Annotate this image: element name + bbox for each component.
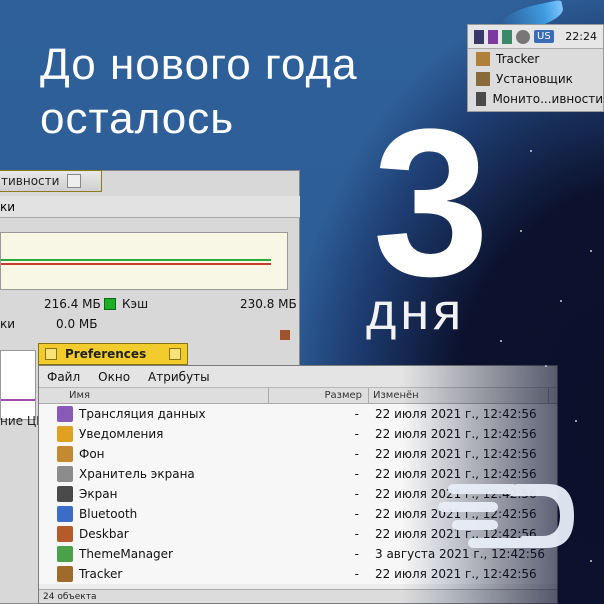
list-item[interactable]: Уведомления -22 июля 2021 г., 12:42:56: [39, 424, 557, 444]
theme-manager-icon: [57, 546, 73, 562]
column-name[interactable]: Имя: [39, 388, 269, 403]
close-button[interactable]: [45, 348, 57, 360]
memory-graph: [0, 232, 288, 290]
deskbar: US 22:24 Tracker Установщик Монито...ивн…: [467, 24, 604, 112]
network-icon[interactable]: [502, 29, 512, 44]
status-bar: 24 объекта: [39, 589, 557, 603]
stat-value: 0.0 МБ: [56, 317, 98, 331]
deskbar-clock[interactable]: 22:24: [565, 30, 597, 43]
stat-value: 216.4 МБ: [44, 297, 101, 311]
window-title: Preferences: [65, 347, 147, 361]
menu-attributes[interactable]: Атрибуты: [148, 366, 210, 387]
list-item[interactable]: Фон -22 июля 2021 г., 12:42:56: [39, 444, 557, 464]
menu-window[interactable]: Окно: [98, 366, 130, 387]
headline-line1: До нового года: [40, 40, 358, 89]
cpu-monitor-icon[interactable]: [474, 29, 484, 44]
tracker-icon: [476, 52, 490, 66]
deskbar-tray: US 22:24: [468, 25, 603, 49]
menu-bar: Файл Окно Атрибуты: [39, 366, 557, 388]
screen-icon: [57, 486, 73, 502]
star: [530, 150, 532, 152]
preferences-tab[interactable]: Preferences: [38, 343, 188, 365]
cache-value: 230.8 МБ: [240, 297, 297, 311]
activity-monitor-icon: [476, 92, 487, 106]
headline-line2: осталось: [40, 94, 235, 143]
keyboard-layout-badge[interactable]: US: [534, 30, 554, 43]
list-item[interactable]: Трансляция данных -22 июля 2021 г., 12:42…: [39, 404, 557, 424]
distro-logo-icon: [438, 484, 574, 548]
countdown-unit: дня: [366, 283, 466, 341]
activity-monitor-menu[interactable]: ки: [0, 196, 300, 218]
menu-item[interactable]: ки: [0, 200, 15, 214]
screensaver-icon: [57, 466, 73, 482]
volume-icon[interactable]: [516, 29, 530, 44]
deskbar-item-label: Монито...ивности: [492, 92, 603, 106]
headline: До нового года осталось: [40, 38, 358, 146]
star: [590, 560, 592, 562]
star: [500, 340, 502, 342]
resize-icon[interactable]: [280, 330, 290, 340]
background-icon: [57, 446, 73, 462]
stat-label: ки: [0, 317, 16, 331]
deskbar-item-installer[interactable]: Установщик: [468, 69, 603, 89]
data-translation-icon: [57, 406, 73, 422]
deskbar-item-activity-monitor[interactable]: Монито...ивности: [468, 89, 603, 109]
tracker-icon: [57, 566, 73, 582]
zoom-icon[interactable]: [67, 174, 82, 188]
graph-line-green: [1, 259, 271, 261]
memory-monitor-icon[interactable]: [488, 29, 498, 44]
deskbar-icon: [57, 526, 73, 542]
installer-icon: [476, 72, 490, 86]
activity-monitor-tab[interactable]: тивности: [0, 170, 102, 192]
deskbar-item-tracker[interactable]: Tracker: [468, 49, 603, 69]
star: [560, 300, 562, 302]
column-modified[interactable]: Изменён: [369, 388, 549, 403]
bluetooth-icon: [57, 506, 73, 522]
menu-file[interactable]: Файл: [47, 366, 80, 387]
deskbar-item-label: Установщик: [496, 72, 573, 86]
list-item[interactable]: Tracker -22 июля 2021 г., 12:42:56: [39, 564, 557, 584]
star: [575, 420, 577, 422]
cache-swatch: [104, 298, 116, 310]
cpu-line: [1, 399, 35, 401]
column-header: Имя Размер Изменён: [39, 388, 557, 404]
column-size[interactable]: Размер: [269, 388, 369, 403]
cpu-graph: [0, 350, 36, 420]
star: [590, 250, 592, 252]
deskbar-item-label: Tracker: [496, 52, 540, 66]
countdown-number: 3: [372, 85, 490, 320]
desktop-background: До нового года осталось 3 дня US 22:24 T…: [0, 0, 604, 604]
graph-line-red: [1, 263, 271, 265]
cache-legend: Кэш: [104, 297, 148, 311]
zoom-button[interactable]: [169, 348, 181, 360]
window-title: тивности: [1, 174, 60, 188]
notifications-icon: [57, 426, 73, 442]
